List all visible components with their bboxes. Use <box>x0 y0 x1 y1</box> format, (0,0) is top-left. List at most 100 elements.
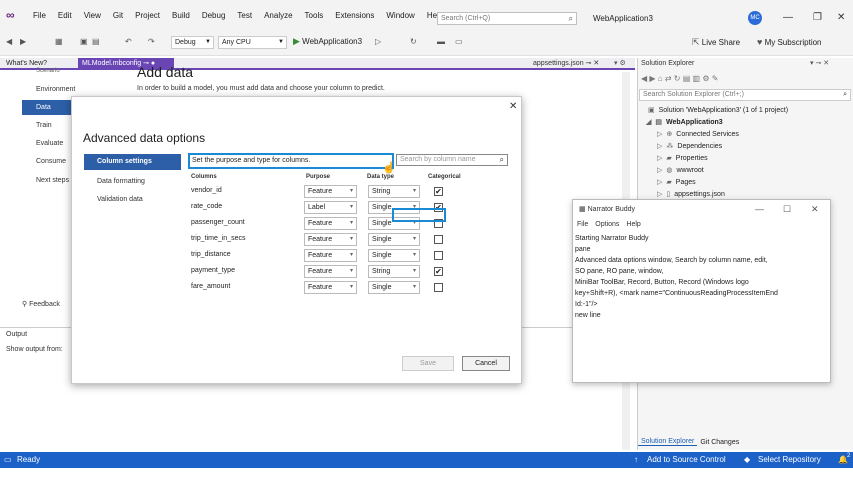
subscription-button[interactable]: ♥ My Subscription <box>757 37 822 47</box>
close-icon[interactable]: ✕ <box>811 204 819 215</box>
solution-search-input[interactable]: Search Solution Explorer (Ctrl+;) ⌕ <box>639 89 851 101</box>
pin-icon[interactable]: ⊸ <box>586 60 592 67</box>
narrator-menu-file[interactable]: File <box>577 221 588 228</box>
select-repository[interactable]: Select Repository <box>758 455 821 464</box>
categorical-checkbox[interactable] <box>434 283 443 292</box>
dialog-close-icon[interactable]: ✕ <box>509 101 517 112</box>
menu-build[interactable]: Build <box>166 11 196 20</box>
nav-consume[interactable]: Consume <box>22 154 74 169</box>
column-search-input[interactable]: Search by column name ⌕ <box>396 154 508 166</box>
datatype-value: String <box>372 188 391 195</box>
categorical-checkbox[interactable]: ✔ <box>434 267 443 276</box>
forward-icon[interactable]: ▶ <box>649 74 655 83</box>
nav-environment[interactable]: Environment <box>22 82 75 97</box>
menu-tools[interactable]: Tools <box>299 11 330 20</box>
maximize-icon[interactable]: ☐ <box>783 204 791 215</box>
nav-column-settings[interactable]: Column settings <box>84 154 181 170</box>
config-dropdown[interactable]: Debug ▼ <box>171 36 214 49</box>
save-all-icon[interactable]: ▤ <box>92 37 100 46</box>
tab-overflow-icon[interactable]: ▾ ⚙ <box>614 59 626 67</box>
collapse-all-icon[interactable]: ▤ <box>683 74 691 83</box>
narrator-menu-options[interactable]: Options <box>595 221 619 228</box>
tree-solution[interactable]: ▣ Solution 'WebApplication3' (1 of 1 proj… <box>648 106 788 114</box>
add-source-control[interactable]: Add to Source Control <box>647 455 726 464</box>
narrator-menu-help[interactable]: Help <box>626 221 640 228</box>
tab-solution-explorer[interactable]: Solution Explorer <box>638 438 698 446</box>
menu-extensions[interactable]: Extensions <box>329 11 380 20</box>
menu-project[interactable]: Project <box>129 11 166 20</box>
menu-git[interactable]: Git <box>107 11 129 20</box>
switch-views-icon[interactable]: ⇄ <box>665 74 672 83</box>
tree-appsettings[interactable]: ▷ ▯ appsettings.json <box>657 190 725 198</box>
close-icon[interactable]: ✕ <box>837 12 845 23</box>
save-icon[interactable]: ▣ <box>80 37 88 46</box>
tree-dependencies[interactable]: ▷ ⁂ Dependencies <box>657 142 722 150</box>
menu-analyze[interactable]: Analyze <box>258 11 298 20</box>
purpose-select[interactable]: Feature ▾ <box>304 281 357 294</box>
panel-options-icon[interactable]: ▾ ⊸ ✕ <box>810 59 829 67</box>
minimize-icon[interactable]: — <box>755 204 764 214</box>
tree-pages[interactable]: ▷ ▰ Pages <box>657 178 696 186</box>
refresh-icon[interactable]: ↻ <box>410 37 417 46</box>
forward-icon[interactable]: ▶ <box>20 37 26 46</box>
search-input[interactable]: Search (Ctrl+Q) ⌕ <box>437 12 577 25</box>
tab-appsettings[interactable]: appsettings.json ⊸ ✕ <box>529 58 603 70</box>
datatype-select[interactable]: String ▾ <box>368 185 420 198</box>
cancel-button[interactable]: Cancel <box>462 356 510 371</box>
run-button[interactable]: ▶ WebApplication3 <box>293 36 362 47</box>
back-icon[interactable]: ◀ <box>641 74 647 83</box>
redo-icon[interactable]: ↷ <box>148 37 155 46</box>
categorical-checkbox[interactable] <box>434 235 443 244</box>
minimize-icon[interactable]: — <box>783 12 793 23</box>
save-button[interactable]: Save <box>402 356 454 371</box>
chevron-down-icon: ▼ <box>278 39 284 45</box>
tree-connected-services[interactable]: ▷ ⊕ Connected Services <box>657 130 739 138</box>
purpose-select[interactable]: Feature ▾ <box>304 265 357 278</box>
nav-train[interactable]: Train <box>22 118 74 133</box>
nav-data-formatting[interactable]: Data formatting <box>84 174 181 190</box>
back-icon[interactable]: ◀ <box>6 37 12 46</box>
purpose-select[interactable]: Feature ▾ <box>304 217 357 230</box>
purpose-select[interactable]: Feature ▾ <box>304 233 357 246</box>
tree-wwwroot[interactable]: ▷ ◍ wwwroot <box>657 166 704 174</box>
show-all-files-icon[interactable]: ▥ <box>693 74 701 83</box>
datatype-select[interactable]: Single ▾ <box>368 281 420 294</box>
menu-test[interactable]: Test <box>231 11 258 20</box>
menu-view[interactable]: View <box>78 11 107 20</box>
nav-next-steps[interactable]: Next steps <box>22 173 74 188</box>
live-share-button[interactable]: ⇱ Live Share <box>692 37 740 48</box>
avatar[interactable]: MC <box>748 11 762 25</box>
properties-icon[interactable]: ⚙ <box>702 74 709 83</box>
menu-edit[interactable]: Edit <box>52 11 78 20</box>
nav-validation-data[interactable]: Validation data <box>84 192 181 208</box>
expanded-icon: ◢ <box>646 119 652 126</box>
nav-evaluate[interactable]: Evaluate <box>22 136 74 151</box>
tree-properties[interactable]: ▷ ▰ Properties <box>657 154 708 162</box>
feedback-link[interactable]: ⚲ Feedback <box>22 300 60 309</box>
purpose-select[interactable]: Feature ▾ <box>304 185 357 198</box>
undo-icon[interactable]: ↶ <box>125 37 132 46</box>
purpose-select[interactable]: Label ▾ <box>304 201 357 214</box>
tree-project[interactable]: ◢ ▤ WebApplication3 <box>646 118 723 126</box>
purpose-select[interactable]: Feature ▾ <box>304 249 357 262</box>
datatype-select[interactable]: Single ▾ <box>368 233 420 246</box>
sync-icon[interactable]: ↻ <box>674 74 681 83</box>
wrench-icon[interactable]: ✎ <box>712 74 719 83</box>
new-item-icon[interactable]: ▦ <box>55 37 63 46</box>
categorical-checkbox[interactable]: ✔ <box>434 187 443 196</box>
platform-dropdown[interactable]: Any CPU ▼ <box>218 36 287 49</box>
nav-data[interactable]: Data <box>22 100 74 115</box>
window-icon[interactable]: ▭ <box>455 37 463 46</box>
menu-window[interactable]: Window <box>380 11 420 20</box>
restore-icon[interactable]: ❐ <box>813 12 822 23</box>
close-tab-icon[interactable]: ✕ <box>593 60 599 67</box>
menu-file[interactable]: File <box>27 11 52 20</box>
folder-icon[interactable]: ▬ <box>437 37 445 46</box>
categorical-checkbox[interactable] <box>434 251 443 260</box>
home-icon[interactable]: ⌂ <box>658 74 663 83</box>
datatype-select[interactable]: Single ▾ <box>368 249 420 262</box>
tab-git-changes[interactable]: Git Changes <box>697 439 742 446</box>
menu-debug[interactable]: Debug <box>196 11 232 20</box>
start-without-debug-icon[interactable]: ▷ <box>375 37 381 46</box>
datatype-select[interactable]: String ▾ <box>368 265 420 278</box>
